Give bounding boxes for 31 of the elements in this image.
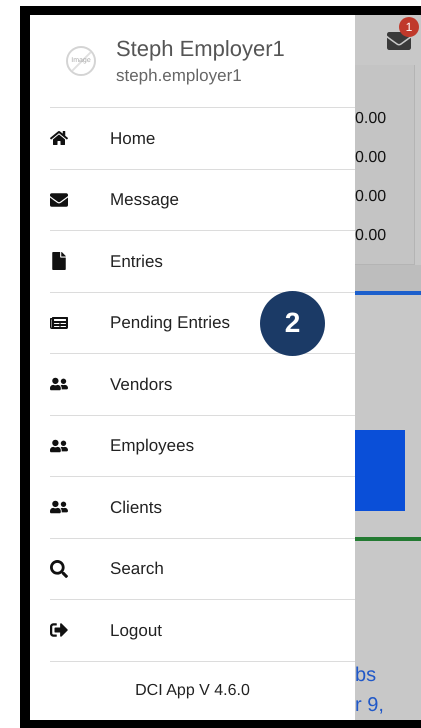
menu-label: Home [110,128,156,150]
menu-label: Employees [110,435,194,457]
user-name: Steph Employer1 [116,35,285,63]
menu-label: Clients [110,496,162,518]
logout-icon [50,621,68,640]
envelope-icon [50,190,68,209]
amount-value: 0.00 [355,226,388,246]
amount-value: 0.00 [355,109,388,129]
people-icon [50,375,68,394]
link-text[interactable]: r 9, [355,690,421,720]
amount-value: 0.00 [355,148,388,168]
search-icon [50,560,68,578]
menu-label: Entries [110,250,163,272]
people-icon [50,436,68,455]
amount-value: 0.00 [355,187,388,207]
menu-label: Vendors [110,374,172,396]
menu-item[interactable]: Message [50,170,355,231]
home-icon [50,129,68,148]
menu-label: Search [110,558,164,580]
menu-label: Logout [110,620,162,642]
document-icon [50,252,68,270]
menu-label: Pending Entries [110,312,230,334]
user-handle: steph.employer1 [116,65,243,87]
menu-item[interactable]: Pending Entries 2 [50,292,355,354]
callout-number: 2 [260,290,325,356]
app-version: DCI App V 4.6.0 [135,680,250,701]
link-text[interactable]: bs [355,660,421,690]
mail-icon[interactable] [387,29,411,53]
notification-badge: 1 [399,17,419,37]
people-icon [50,498,68,516]
menu-label: Message [110,189,179,211]
